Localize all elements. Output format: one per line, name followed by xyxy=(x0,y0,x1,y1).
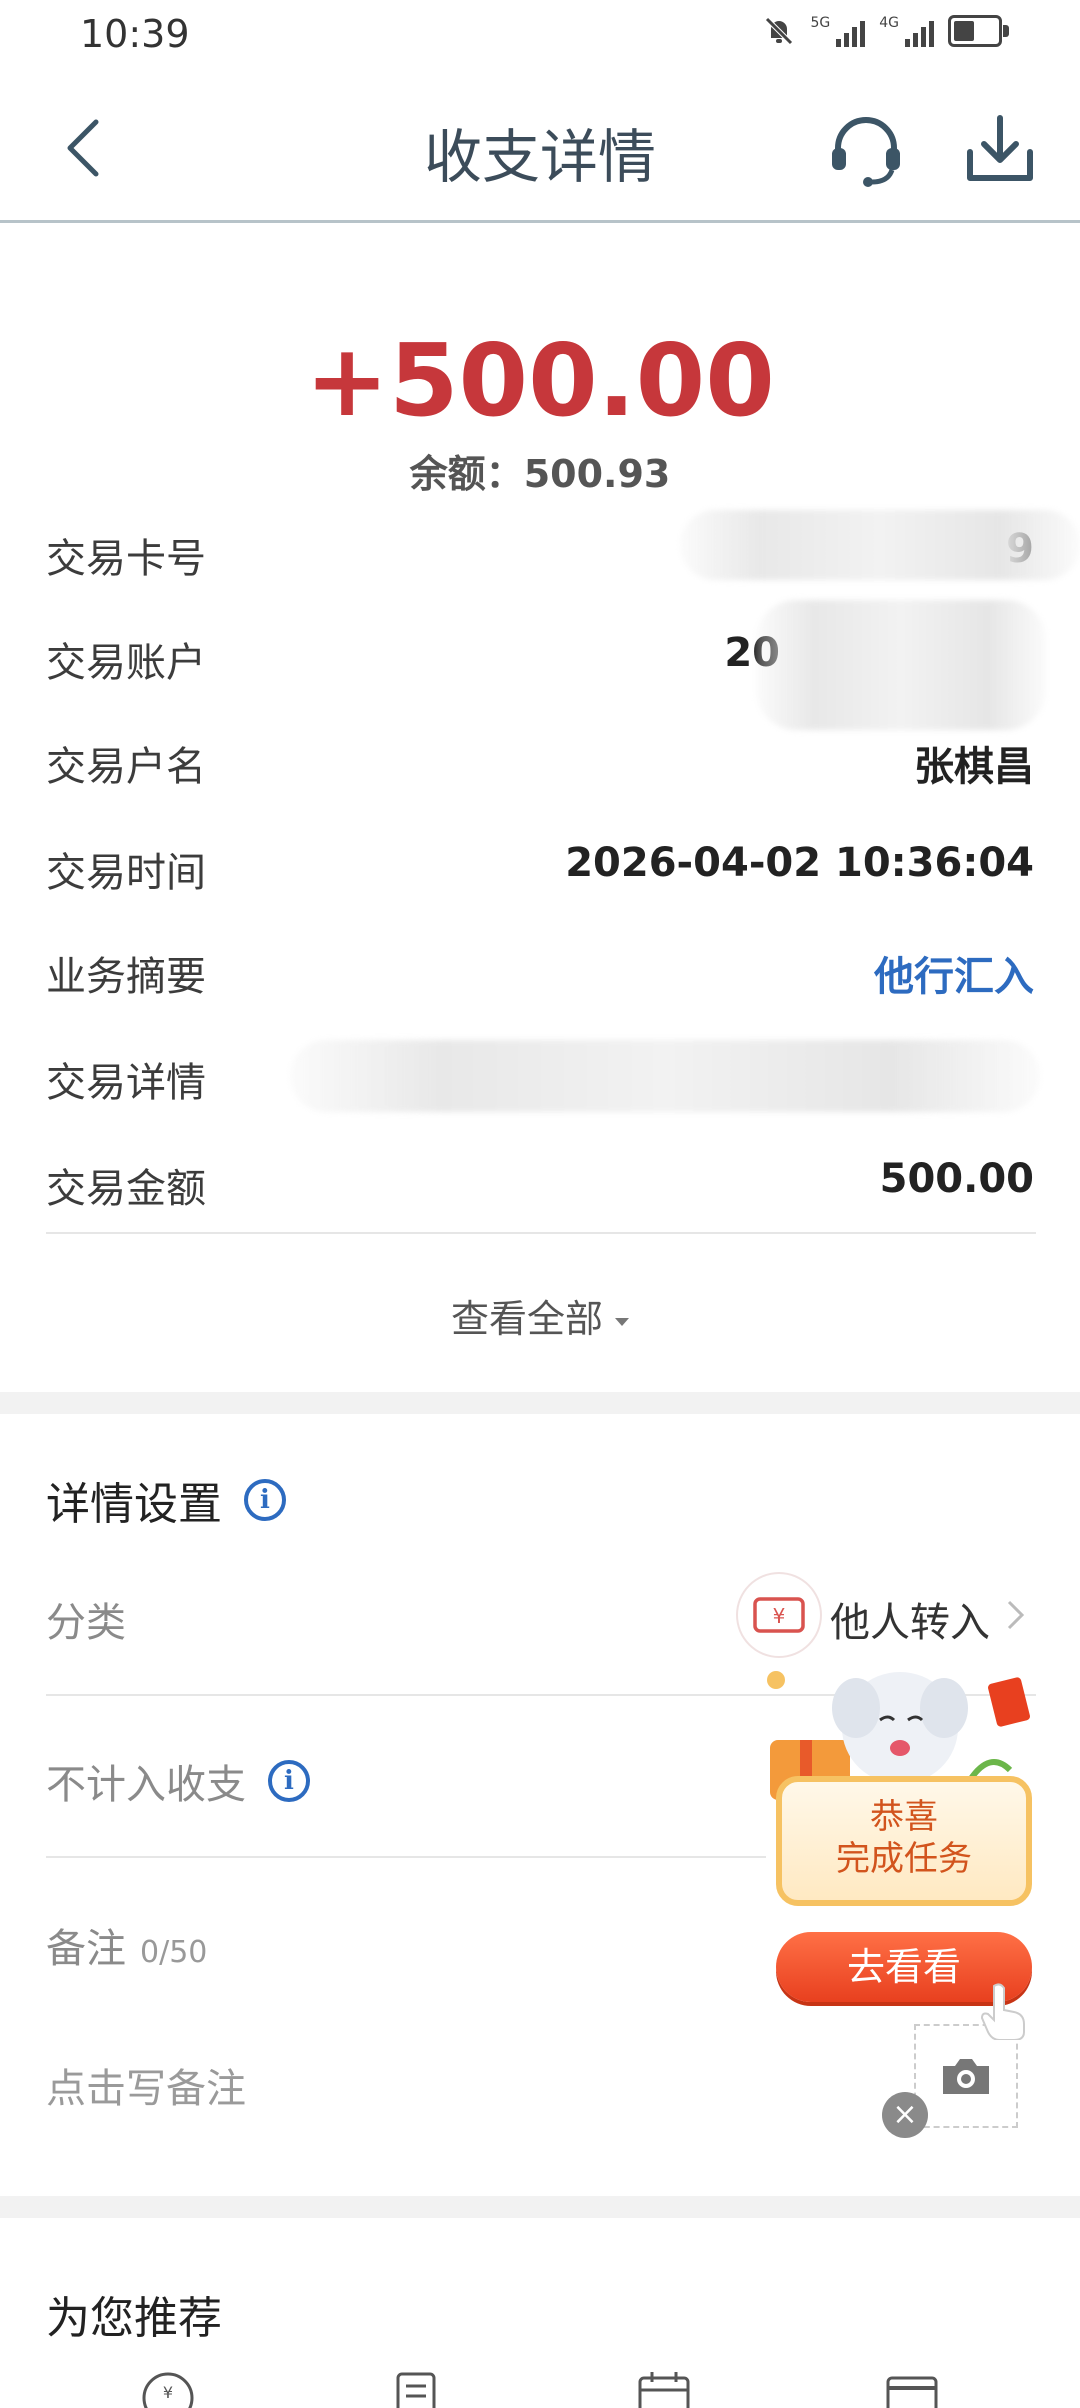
note-label: 备注 xyxy=(46,1926,126,1972)
camera-icon xyxy=(943,2059,989,2094)
summary-value: 他行汇入 xyxy=(874,954,1034,1000)
account-name-value: 张棋昌 xyxy=(914,744,1034,790)
hand-pointer-icon xyxy=(980,1983,1025,2040)
time-value: 2026-04-02 10:36:04 xyxy=(565,840,1034,886)
info-icon[interactable]: i xyxy=(244,1479,286,1521)
redaction-blur xyxy=(680,510,1080,580)
net-label-4g: 4G xyxy=(879,15,899,31)
app-header: 收支详情 xyxy=(0,60,1080,223)
caret-down-icon xyxy=(615,1317,629,1326)
page-title: 收支详情 xyxy=(423,123,656,191)
transfer-in-icon: ¥ xyxy=(738,1574,820,1656)
exclude-row: 不计入收支 i xyxy=(46,1752,310,1810)
account-label: 交易账户 xyxy=(46,640,206,686)
bell-muted-icon xyxy=(765,17,794,45)
time-label: 交易时间 xyxy=(46,850,206,896)
divider xyxy=(46,1856,766,1858)
account-name-label: 交易户名 xyxy=(46,744,206,790)
calendar-icon[interactable] xyxy=(636,2368,692,2408)
settings-title: 详情设置 xyxy=(46,1479,222,1530)
section-gap xyxy=(0,1392,1080,1414)
card-icon[interactable] xyxy=(884,2368,940,2408)
card-number-label: 交易卡号 xyxy=(46,536,206,582)
status-icons: 5G 4G xyxy=(762,14,1009,48)
download-icon[interactable] xyxy=(962,112,1038,188)
promo-close-button[interactable]: × xyxy=(882,2092,928,2138)
battery-icon xyxy=(948,15,1009,47)
summary-label: 业务摘要 xyxy=(46,954,206,1000)
category-value[interactable]: 他人转入 xyxy=(830,1590,990,1648)
section-gap xyxy=(0,2196,1080,2218)
currency-icon[interactable]: ¥ xyxy=(140,2368,196,2408)
amount-label: 交易金额 xyxy=(46,1166,206,1212)
detail-label: 交易详情 xyxy=(46,1060,206,1106)
signal-5g-icon: 5G xyxy=(810,15,866,47)
redaction-blur xyxy=(290,1040,1040,1112)
balance-row: 余额：500.93 xyxy=(0,443,1080,498)
note-header: 备注 0/50 xyxy=(46,1916,207,1974)
view-all-label: 查看全部 xyxy=(450,1297,603,1341)
note-count: 0/50 xyxy=(140,1935,208,1970)
exclude-label: 不计入收支 xyxy=(46,1762,246,1808)
recommend-title: 为您推荐 xyxy=(46,2293,222,2344)
category-label: 分类 xyxy=(46,1600,126,1646)
transaction-amount: +500.00 xyxy=(305,322,775,439)
promo-line1: 恭喜 xyxy=(870,1797,938,1837)
redaction-blur xyxy=(756,600,1046,730)
balance-label: 余额： xyxy=(409,452,524,496)
chevron-right-icon[interactable] xyxy=(1004,1598,1026,1632)
view-all-button[interactable]: 查看全部 xyxy=(0,1288,1080,1343)
divider xyxy=(46,1232,1036,1234)
promo-card[interactable]: 恭喜 完成任务 xyxy=(776,1776,1032,1906)
status-time: 10:39 xyxy=(80,12,190,56)
note-input[interactable]: 点击写备注 xyxy=(46,2056,246,2114)
settings-section-header: 详情设置 i xyxy=(46,1468,286,1532)
document-icon[interactable] xyxy=(388,2368,444,2408)
headset-support-icon[interactable] xyxy=(828,112,904,188)
net-label-5g: 5G xyxy=(810,15,831,31)
amount-value: 500.00 xyxy=(879,1156,1034,1202)
info-icon[interactable]: i xyxy=(268,1760,310,1802)
svg-text:¥: ¥ xyxy=(773,1604,786,1628)
signal-4g-icon: 4G xyxy=(879,15,934,47)
svg-text:¥: ¥ xyxy=(163,2383,173,2402)
promo-line2: 完成任务 xyxy=(836,1839,972,1879)
balance-value: 500.93 xyxy=(523,452,671,496)
